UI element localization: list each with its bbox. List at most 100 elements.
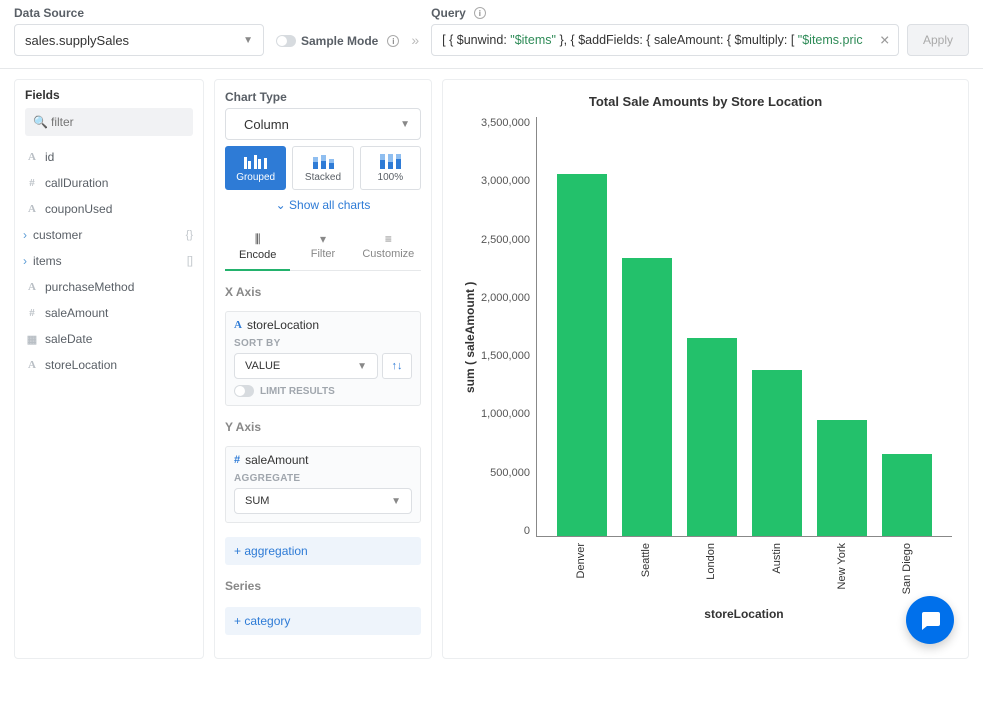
- query-group: Query i [ { $unwind: "$items" }, { $addF…: [431, 6, 969, 56]
- y-tick: 0: [481, 525, 530, 537]
- chevron-right-icon: ›: [23, 228, 27, 242]
- field-label: storeLocation: [45, 358, 117, 372]
- caret-down-icon: ▼: [391, 496, 401, 507]
- number-type-icon: #: [25, 177, 39, 189]
- data-source-label: Data Source: [14, 6, 264, 20]
- chart-bar[interactable]: [622, 258, 672, 536]
- x-tick: New York: [817, 543, 867, 597]
- y-axis-title: Y Axis: [225, 420, 421, 434]
- tab-customize[interactable]: ≡Customize: [356, 226, 421, 270]
- number-type-icon: #: [25, 307, 39, 319]
- chart-bar[interactable]: [687, 338, 737, 536]
- field-item[interactable]: # saleAmount: [25, 300, 193, 326]
- grouped-icon: [242, 153, 270, 169]
- text-type-icon: A: [25, 359, 39, 371]
- subtype-grouped[interactable]: Grouped: [225, 146, 286, 190]
- sample-mode-group: Sample Mode i: [276, 34, 399, 56]
- field-item[interactable]: Aid: [25, 144, 193, 170]
- add-aggregation-button[interactable]: + aggregation: [225, 537, 421, 565]
- config-tabs: ⫼Encode ▾Filter ≡Customize: [225, 226, 421, 271]
- y-tick: 3,500,000: [481, 117, 530, 129]
- field-label: couponUsed: [45, 202, 112, 216]
- aggregate-label: AGGREGATE: [234, 473, 412, 484]
- field-item[interactable]: # callDuration: [25, 170, 193, 196]
- config-panel: Chart Type Column ▼ Grouped Stacked: [214, 79, 432, 659]
- data-source-select[interactable]: sales.supplySales ▼: [14, 24, 264, 56]
- x-axis-label: storeLocation: [536, 607, 952, 621]
- chart-bar[interactable]: [817, 420, 867, 536]
- 100pct-icon: [376, 153, 404, 169]
- object-suffix: {}: [186, 229, 193, 241]
- chart-type-value: Column: [244, 117, 289, 132]
- limit-results-label: LIMIT RESULTS: [260, 386, 335, 397]
- field-item[interactable]: ▦saleDate: [25, 326, 193, 352]
- caret-down-icon: ▼: [400, 119, 410, 130]
- sample-mode-toggle[interactable]: [276, 35, 296, 47]
- chart-bar[interactable]: [557, 174, 607, 536]
- caret-down-icon: ▼: [243, 35, 253, 46]
- sort-desc-icon: ↑↓: [392, 360, 403, 372]
- caret-down-icon: ▼: [357, 361, 367, 372]
- chart-plot: [536, 117, 952, 537]
- data-source-group: Data Source sales.supplySales ▼: [14, 6, 264, 56]
- y-axis-dropzone[interactable]: # saleAmount AGGREGATE SUM ▼: [225, 446, 421, 523]
- query-text: [ { $unwind: "$items" }, { $addFields: {…: [442, 33, 868, 47]
- x-tick: London: [686, 543, 736, 597]
- field-label: id: [45, 150, 54, 164]
- field-item[interactable]: ›items[]: [25, 248, 193, 274]
- chart-type-select[interactable]: Column ▼: [225, 108, 421, 140]
- text-type-icon: A: [234, 319, 242, 331]
- aggregate-select[interactable]: SUM ▼: [234, 488, 412, 514]
- subtype-stacked[interactable]: Stacked: [292, 146, 353, 190]
- chart-bar[interactable]: [882, 454, 932, 536]
- x-axis-dropzone[interactable]: A storeLocation SORT BY VALUE ▼ ↑↓ LIMIT…: [225, 311, 421, 406]
- field-label: callDuration: [45, 176, 108, 190]
- sort-direction-button[interactable]: ↑↓: [382, 353, 412, 379]
- y-tick: 1,000,000: [481, 408, 530, 420]
- text-type-icon: A: [25, 203, 39, 215]
- show-all-charts-link[interactable]: ⌄ Show all charts: [225, 198, 421, 212]
- tab-filter[interactable]: ▾Filter: [290, 226, 355, 270]
- y-tick: 500,000: [481, 467, 530, 479]
- sort-by-select[interactable]: VALUE ▼: [234, 353, 378, 379]
- clear-query-icon[interactable]: ✕: [880, 33, 890, 48]
- field-item[interactable]: AstoreLocation: [25, 352, 193, 378]
- info-icon[interactable]: i: [474, 7, 486, 19]
- search-icon: 🔍: [33, 115, 48, 129]
- query-input[interactable]: [ { $unwind: "$items" }, { $addFields: {…: [431, 24, 899, 56]
- add-category-button[interactable]: + category: [225, 607, 421, 635]
- chart-area: sum ( saleAmount ) 3,500,0003,000,0002,5…: [459, 117, 952, 557]
- x-tick: Seattle: [621, 543, 671, 597]
- y-tick: 1,500,000: [481, 350, 530, 362]
- y-tick: 2,000,000: [481, 292, 530, 304]
- object-suffix: []: [187, 255, 193, 267]
- field-label: saleAmount: [45, 306, 108, 320]
- fields-filter-input[interactable]: [25, 108, 193, 136]
- calendar-icon: ▦: [25, 333, 39, 346]
- y-axis-label: sum ( saleAmount ): [459, 117, 481, 557]
- main-layout: Fields 🔍 Aid#callDurationAcouponUsed›cus…: [0, 69, 983, 669]
- info-icon[interactable]: i: [387, 35, 399, 47]
- chevron-right-icon: ›: [23, 254, 27, 268]
- x-tick: Denver: [556, 543, 606, 597]
- x-axis-field-chip[interactable]: A storeLocation: [234, 318, 412, 332]
- limit-results-toggle[interactable]: [234, 385, 254, 397]
- chart-type-section: Chart Type Column ▼ Grouped Stacked: [225, 90, 421, 212]
- field-item[interactable]: ApurchaseMethod: [25, 274, 193, 300]
- x-tick: San Diego: [882, 543, 932, 597]
- y-axis-field-chip[interactable]: # saleAmount: [234, 453, 412, 467]
- subtype-100pct[interactable]: 100%: [360, 146, 421, 190]
- field-label: customer: [33, 228, 82, 242]
- field-item[interactable]: › customer {}: [25, 222, 193, 248]
- chat-help-button[interactable]: [906, 596, 954, 644]
- stacked-icon: [309, 153, 337, 169]
- apply-button[interactable]: Apply: [907, 24, 969, 56]
- tab-encode[interactable]: ⫼Encode: [225, 226, 290, 271]
- number-type-icon: #: [234, 454, 240, 466]
- chevron-down-icon: ⌄: [276, 198, 286, 212]
- field-item[interactable]: AcouponUsed: [25, 196, 193, 222]
- sliders-icon: ≡: [385, 232, 392, 246]
- x-axis-ticks: DenverSeattleLondonAustinNew YorkSan Die…: [536, 543, 952, 597]
- fields-panel: Fields 🔍 Aid#callDurationAcouponUsed›cus…: [14, 79, 204, 659]
- chart-bar[interactable]: [752, 370, 802, 536]
